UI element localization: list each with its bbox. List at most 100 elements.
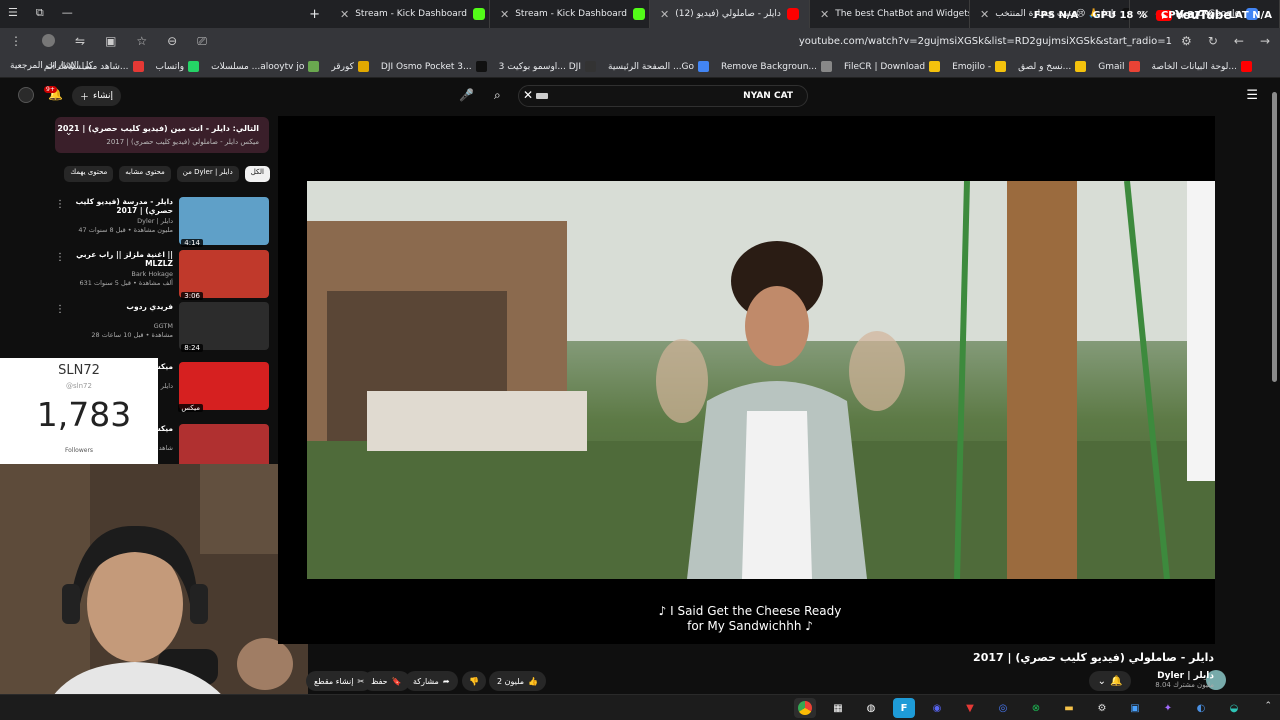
voice-search-icon[interactable]: 🎤	[459, 88, 474, 102]
bookmark-item[interactable]: DJI Osmo Pocket 3...	[381, 61, 487, 72]
bookmark-item[interactable]: لوحة البيانات الخاصة...	[1151, 61, 1252, 72]
close-tab-icon[interactable]: ✕	[660, 8, 669, 21]
recommendation-channel[interactable]: دايلر	[161, 382, 173, 390]
clip-button[interactable]: إنشاء مقطع ✂	[306, 671, 373, 691]
xbox-icon[interactable]: ⊗	[1025, 698, 1047, 718]
recommendation-item[interactable]: 4:14 دايلر - مدرسة (فيديو كليب حصري) | 20…	[55, 197, 269, 249]
guide-menu-icon[interactable]: ☰	[1246, 88, 1258, 103]
share-button[interactable]: مشاركة ➦	[405, 671, 458, 691]
bookmark-item[interactable]: الصفحة الرئيسية ...Go	[608, 61, 710, 72]
recommendation-title[interactable]: اغنية ملزلز || راب عربي || MLZLZ	[63, 250, 173, 268]
bookmark-item[interactable]: Emojilo -	[952, 61, 1007, 72]
bookmark-item[interactable]: اوسمو بوكيت 3... DJI	[499, 61, 596, 72]
obs-icon[interactable]: ◍	[860, 698, 882, 718]
bookmark-label: Gmail	[1098, 61, 1125, 72]
files-icon[interactable]: ▬	[1058, 698, 1080, 718]
more-options-icon[interactable]: ⋮	[55, 304, 65, 315]
browser-app-icon[interactable]: ◎	[992, 698, 1014, 718]
puzzle-icon[interactable]: ▣	[105, 34, 116, 49]
tab-title: (12) دايلر - صاملولي (فيديو	[675, 9, 781, 19]
chrome-icon[interactable]	[794, 698, 816, 718]
close-tab-icon[interactable]: ✕	[820, 8, 829, 21]
close-tab-icon[interactable]: ✕	[980, 8, 989, 21]
back-icon[interactable]: ←	[1234, 34, 1244, 48]
cast-icon[interactable]: ⎚	[197, 34, 207, 49]
discord-icon[interactable]: ◉	[926, 698, 948, 718]
extensions-icon[interactable]: ⇋	[75, 34, 85, 49]
page-scrollbar[interactable]	[1272, 92, 1277, 382]
more-menu-icon[interactable]: ⋮	[10, 34, 22, 49]
bookmark-item[interactable]: Remove Backgroun...	[721, 61, 832, 72]
bookmark-item[interactable]: نسخ و لصق...	[1018, 61, 1087, 72]
app-red-icon[interactable]: ▼	[959, 698, 981, 718]
channel-info[interactable]: Dyler | دايلر 8.04 مليون مشترك	[1155, 671, 1214, 689]
recommendation-channel[interactable]: شاهد	[159, 444, 173, 452]
taskbar-overflow-icon[interactable]: ⌃	[1264, 701, 1272, 711]
bookmark-item[interactable]: كورقر	[331, 61, 369, 72]
recommendation-title[interactable]: دايلر - مدرسة (فيديو كليب حصري) | 2017	[63, 197, 173, 215]
like-button[interactable]: 2 مليون 👍	[489, 671, 546, 691]
dislike-button[interactable]: 👎	[462, 671, 486, 691]
bookmark-label: Remove Backgroun...	[721, 61, 817, 72]
browser-tab[interactable]: ✕ (12) دايلر - صاملولي (فيديو	[650, 0, 810, 28]
more-options-icon[interactable]: ⋮	[55, 199, 65, 210]
bookmark-favicon-icon	[821, 61, 832, 72]
copilot-icon[interactable]: ✦	[1157, 698, 1179, 718]
minimize-icon[interactable]: —	[62, 6, 73, 20]
video-thumbnail[interactable]	[179, 197, 269, 245]
recommendation-item[interactable]: 3:06 اغنية ملزلز || راب عربي || MLZLZ Bark…	[55, 250, 269, 302]
recommendation-channel[interactable]: Bark Hokage	[131, 270, 173, 278]
subscribe-bell-button[interactable]: ⌄ 🔔	[1089, 671, 1131, 691]
settings-icon[interactable]: ⚙	[1091, 698, 1113, 718]
up-next-panel[interactable]: ⌄ التالي: دايلر - انت مين (فيديو كليب حص…	[55, 117, 269, 153]
video-thumbnail[interactable]	[179, 302, 269, 350]
store-icon[interactable]: ▣	[1124, 698, 1146, 718]
bookmark-item[interactable]: Gmail	[1098, 61, 1140, 72]
search-icon[interactable]: ⌕	[494, 88, 501, 103]
recommendation-meta: 47 مليون مشاهدة • قبل 8 سنوات	[78, 226, 173, 234]
bookmark-star-icon[interactable]: ☆	[136, 34, 147, 49]
edge-icon[interactable]: ◒	[1223, 698, 1245, 718]
video-thumbnail[interactable]	[179, 362, 269, 410]
reload-icon[interactable]: ↻	[1208, 34, 1218, 48]
site-settings-icon[interactable]: ⚙	[1181, 34, 1192, 48]
forward-icon[interactable]: →	[1260, 34, 1270, 48]
profile-icon[interactable]	[42, 34, 55, 47]
bookmark-item[interactable]: مسلسلات ...alooytv jo	[211, 61, 320, 72]
browser-tab[interactable]: ✕ Stream - Kick Dashboard	[330, 0, 490, 28]
close-tab-icon[interactable]: ✕	[500, 8, 509, 21]
more-options-icon[interactable]: ⋮	[55, 252, 65, 263]
follower-widget: SLN72 @sln72 1,783 Followers	[0, 358, 158, 464]
recommendation-title[interactable]: فريدي ردوب	[63, 302, 173, 311]
bookmark-label: لوحة البيانات الخاصة...	[1151, 61, 1238, 72]
recommendation-item[interactable]: 8:24 فريدي ردوب GGTM 28 مشاهدة • قبل 10 ساع…	[55, 302, 269, 354]
url-field[interactable]: youtube.com/watch?v=2gujmsiXGSk&list=RD2…	[799, 36, 1172, 47]
bookmark-item[interactable]: FileCR | Download	[844, 61, 941, 72]
tab-actions-icon[interactable]: ⧉	[36, 6, 44, 20]
recommendation-channel[interactable]: GGTM	[154, 322, 173, 330]
keyboard-icon[interactable]	[536, 93, 548, 99]
create-button[interactable]: ＋ إنشاء	[72, 86, 122, 106]
app-f-icon[interactable]: F	[893, 698, 915, 718]
menu-icon[interactable]: ☰	[8, 6, 18, 20]
bookmark-item[interactable]: واتساب	[156, 61, 200, 72]
video-frame[interactable]	[307, 181, 1215, 579]
recommendation-channel[interactable]: Dyler | دايلر	[137, 217, 173, 225]
search-input[interactable]: NYAN CAT	[518, 85, 808, 107]
bookmark-favicon-icon	[357, 61, 369, 72]
all-bookmarks-link[interactable]: كل الإشارات المرجعية	[10, 61, 93, 71]
calendar-icon[interactable]: ▦	[827, 698, 849, 718]
filter-chip[interactable]: الكل	[244, 166, 270, 182]
browser-tab[interactable]: ✕ The best ChatBot and Widgets	[810, 0, 970, 28]
video-thumbnail[interactable]	[179, 250, 269, 298]
filter-chip[interactable]: محتوى يهمك	[64, 166, 114, 182]
zoom-icon[interactable]: ⊖	[167, 34, 177, 49]
close-tab-icon[interactable]: ✕	[340, 8, 349, 21]
app-blue-icon[interactable]: ◐	[1190, 698, 1212, 718]
account-avatar[interactable]	[18, 87, 34, 103]
filter-chip[interactable]: محتوى مشابه	[119, 166, 171, 182]
filter-chip[interactable]: من Dyler | دايلر	[176, 166, 239, 182]
browser-tab[interactable]: ✕ Stream - Kick Dashboard	[490, 0, 650, 28]
clear-search-icon[interactable]: ✕	[523, 88, 533, 102]
new-tab-button[interactable]: +	[299, 0, 330, 28]
